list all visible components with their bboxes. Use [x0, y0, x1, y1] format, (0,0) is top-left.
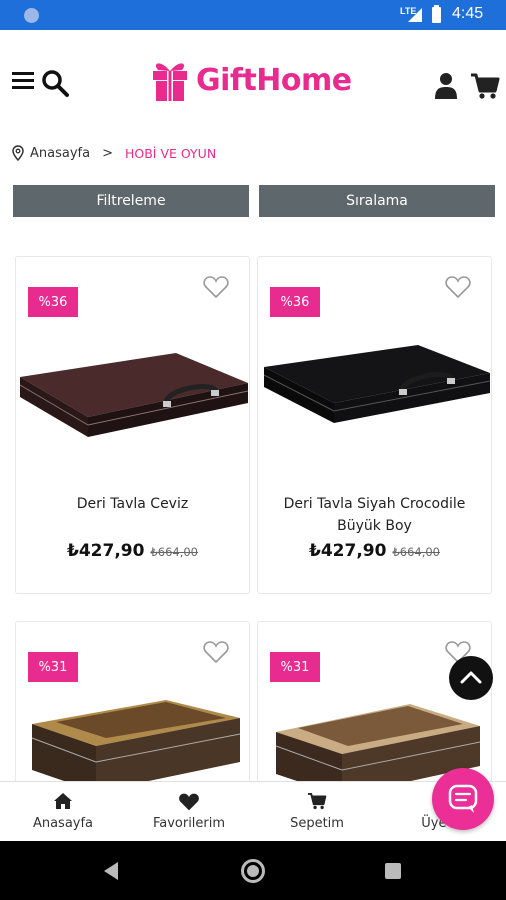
back-icon[interactable]: [104, 862, 118, 880]
recent-apps-icon[interactable]: [385, 863, 401, 879]
product-price: ₺427,90: [309, 541, 387, 561]
system-navigation-bar: [0, 841, 506, 900]
product-price: ₺427,90: [67, 541, 145, 561]
product-image[interactable]: [258, 305, 492, 445]
search-icon[interactable]: [40, 68, 70, 98]
product-card[interactable]: %36 Deri Tavla Siyah Crocodile Büyük Boy…: [257, 256, 492, 594]
product-name[interactable]: Deri Tavla Siyah Crocodile Büyük Boy: [268, 493, 481, 537]
discount-badge: %36: [28, 287, 78, 317]
status-bar: LTE 4:45: [0, 0, 506, 30]
product-image[interactable]: [16, 305, 250, 445]
product-price-row: ₺427,90 ₺664,00: [258, 541, 491, 561]
heart-icon: [179, 793, 199, 811]
breadcrumb-home-link[interactable]: Anasayfa: [30, 146, 90, 161]
scroll-to-top-button[interactable]: [449, 656, 493, 700]
battery-icon: [432, 5, 441, 23]
discount-badge: %31: [270, 652, 320, 682]
bottom-navigation: Anasayfa Favorilerim Sepetim Üye G: [0, 781, 506, 841]
favorite-heart-icon[interactable]: [203, 640, 229, 664]
app-header: GiftHome: [0, 30, 506, 130]
product-card[interactable]: %36 Deri Tavla Ceviz ₺427,90 ₺664,00: [15, 256, 250, 594]
nav-cart[interactable]: Sepetim: [254, 782, 380, 842]
chevron-up-icon: [460, 671, 482, 684]
product-name[interactable]: Deri Tavla Ceviz: [26, 493, 239, 515]
location-pin-icon: [12, 145, 24, 161]
cart-icon: [308, 792, 327, 810]
breadcrumb-current[interactable]: HOBİ VE OYUN: [125, 146, 216, 161]
user-icon[interactable]: [434, 72, 458, 100]
discount-badge: %31: [28, 652, 78, 682]
nav-favorites[interactable]: Favorilerim: [126, 782, 252, 842]
favorite-heart-icon[interactable]: [203, 275, 229, 299]
product-old-price: ₺664,00: [392, 545, 440, 559]
gifthome-logo[interactable]: GiftHome: [150, 52, 352, 108]
product-old-price: ₺664,00: [150, 545, 198, 559]
filter-button[interactable]: Filtreleme: [13, 185, 249, 217]
cart-icon[interactable]: [470, 72, 500, 100]
home-circle-icon[interactable]: [241, 859, 265, 883]
chat-bubble-icon: [448, 784, 478, 813]
favorite-heart-icon[interactable]: [445, 275, 471, 299]
discount-badge: %36: [270, 287, 320, 317]
notification-icon: [24, 8, 39, 23]
nav-favorites-label: Favorilerim: [152, 816, 226, 831]
clock: 4:45: [452, 5, 484, 22]
chat-button[interactable]: [432, 768, 494, 830]
signal-icon: [408, 8, 422, 22]
breadcrumb: Anasayfa > HOBİ VE OYUN: [12, 142, 216, 164]
breadcrumb-separator: >: [102, 145, 113, 161]
logo-text: GiftHome: [196, 62, 352, 98]
nav-home-label: Anasayfa: [32, 816, 94, 831]
product-price-row: ₺427,90 ₺664,00: [16, 541, 249, 561]
nav-cart-label: Sepetim: [290, 816, 344, 831]
home-icon: [54, 793, 72, 809]
menu-icon[interactable]: [12, 72, 34, 90]
gift-icon: [153, 63, 187, 101]
nav-home[interactable]: Anasayfa: [0, 782, 126, 842]
sort-button[interactable]: Sıralama: [259, 185, 495, 217]
